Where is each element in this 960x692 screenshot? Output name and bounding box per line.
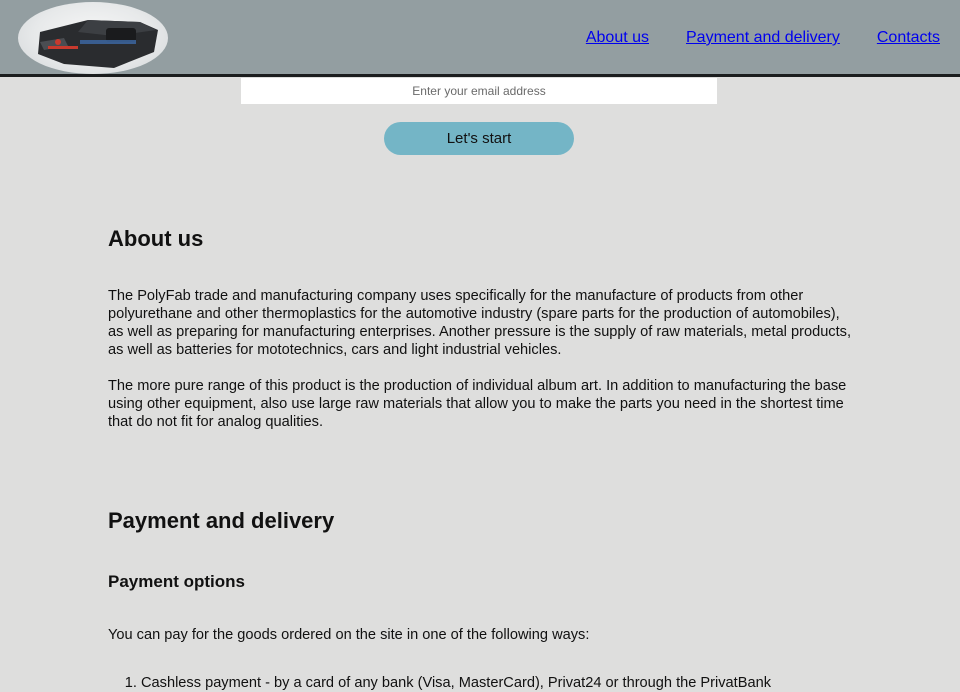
logo-product-image xyxy=(38,20,158,68)
lets-start-button[interactable]: Let's start xyxy=(384,122,574,155)
payment-options-subheading: Payment options xyxy=(108,572,245,591)
about-paragraph-2: The more pure range of this product is t… xyxy=(108,378,847,430)
site-header: About us Payment and delivery Contacts xyxy=(0,0,960,77)
nav-link-contacts[interactable]: Contacts xyxy=(877,28,940,48)
about-heading: About us xyxy=(108,226,204,251)
payment-options-list: Cashless payment - by a card of any bank… xyxy=(108,674,861,692)
payment-option-item: Cashless payment - by a card of any bank… xyxy=(141,674,861,692)
nav-link-about-us[interactable]: About us xyxy=(586,28,649,48)
main-nav: About us Payment and delivery Contacts xyxy=(586,28,940,48)
payment-intro: You can pay for the goods ordered on the… xyxy=(108,627,590,643)
nav-link-payment-delivery[interactable]: Payment and delivery xyxy=(686,28,840,48)
company-logo[interactable] xyxy=(18,2,168,74)
about-paragraph-1: The PolyFab trade and manufacturing comp… xyxy=(108,288,852,358)
email-input[interactable] xyxy=(241,78,717,104)
payment-heading: Payment and delivery xyxy=(108,508,335,533)
